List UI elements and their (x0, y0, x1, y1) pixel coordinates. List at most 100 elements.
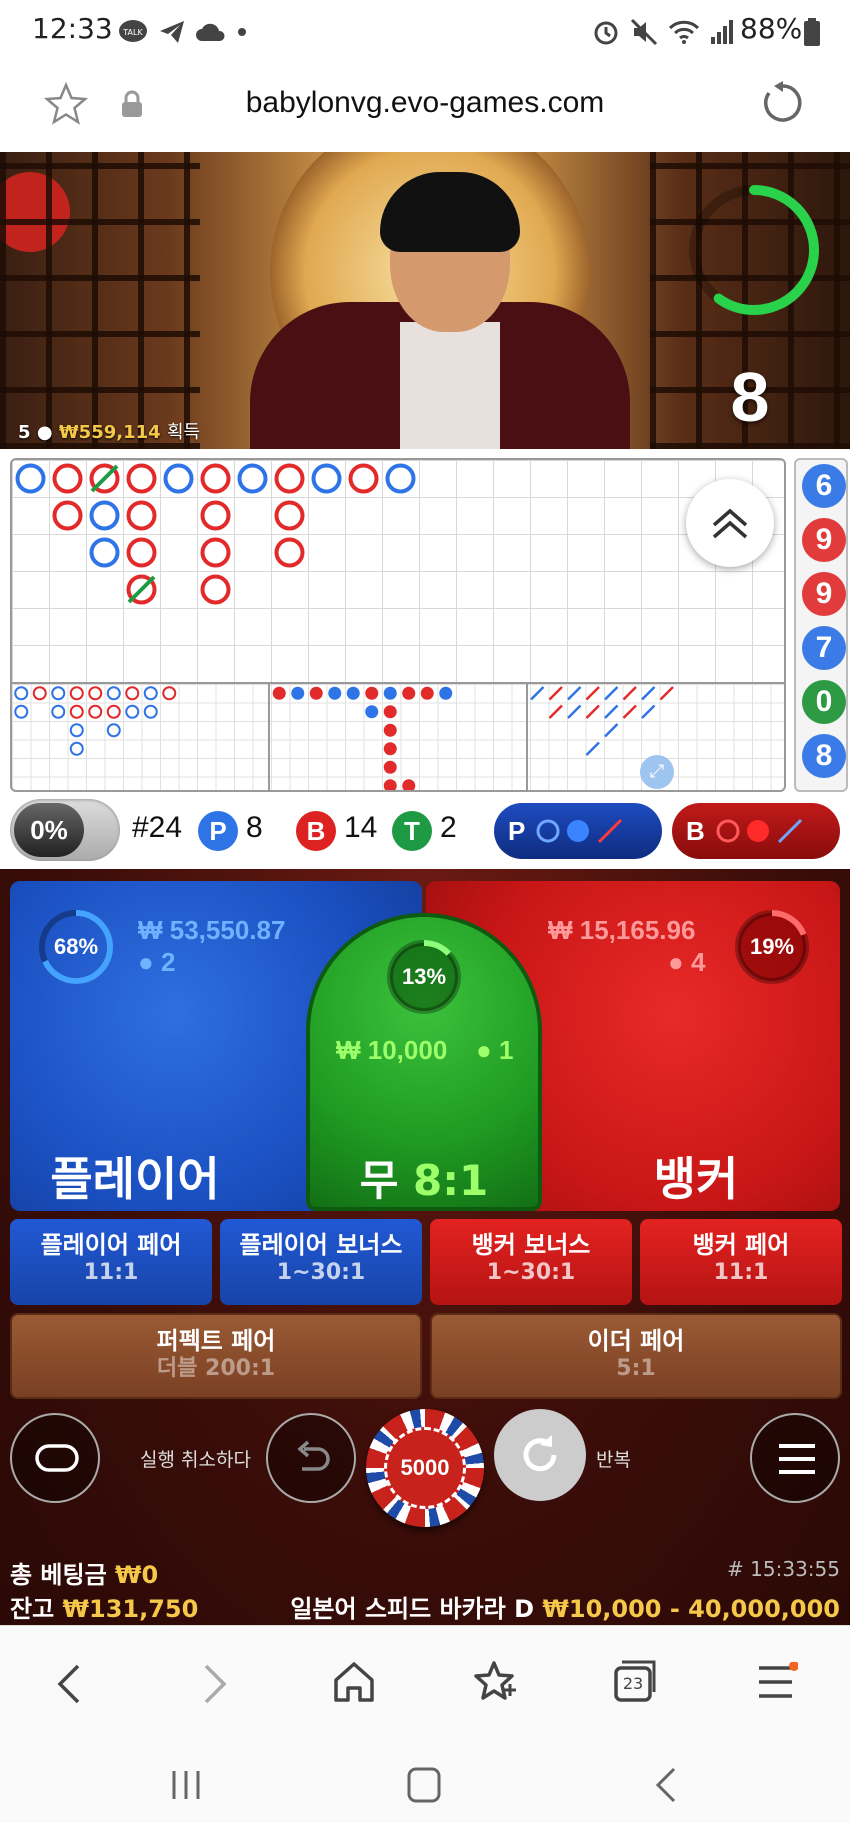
tie-bet-spot[interactable]: 13% ₩ 10,000 ● 1 무 8:1 (306, 913, 542, 1211)
game-id: # 15:33:55 (727, 1557, 840, 1581)
small-road-mark (402, 779, 416, 790)
svg-text:TALK: TALK (122, 28, 143, 37)
bookmarks-icon[interactable] (474, 1660, 518, 1704)
big-eye-mark (88, 686, 103, 701)
banker-count: 14 (344, 811, 378, 844)
collapse-roadmap-button[interactable] (686, 479, 774, 567)
small-road-mark (291, 686, 305, 700)
big-eye-mark (51, 686, 66, 701)
system-back-icon[interactable] (648, 1765, 684, 1805)
player-bonus-bet[interactable]: 플레이어 보너스 1~30:1 (220, 1219, 422, 1305)
bead-road-column: 6 9 9 7 0 8 (794, 458, 848, 792)
tabs-icon[interactable]: 23 (612, 1658, 658, 1704)
player-pair-bet[interactable]: 플레이어 페어 11:1 (10, 1219, 212, 1305)
dealer-shirt (400, 322, 500, 449)
status-bar: 12:33 TALK 88% (0, 0, 850, 66)
back-icon[interactable] (52, 1662, 88, 1706)
big-road-mark (311, 463, 342, 494)
video-winnings-info: 5 ● ₩559,114 획득 (18, 422, 201, 443)
bead-1: 9 (802, 518, 846, 562)
system-home-icon[interactable] (406, 1765, 442, 1805)
big-eye-mark (106, 686, 121, 701)
banker-pair-bet[interactable]: 뱅커 페어 11:1 (640, 1219, 842, 1305)
repeat-icon (523, 1435, 557, 1472)
cockroach-mark (641, 686, 656, 701)
forward-icon[interactable] (196, 1662, 232, 1706)
big-road-mark (274, 500, 305, 531)
roadmap-panel: ⤢ 6 9 9 7 0 8 (0, 449, 850, 799)
cockroach-mark (567, 704, 582, 719)
big-road-mark (200, 463, 231, 494)
repeat-button[interactable] (494, 1409, 586, 1501)
player-count: 8 (246, 811, 263, 844)
cockroach-mark (530, 686, 545, 701)
url-text[interactable]: babylonvg.evo-games.com (0, 86, 850, 120)
big-eye-mark (162, 686, 177, 701)
percent-value: 0% (14, 803, 84, 857)
bead-3: 7 (802, 626, 846, 670)
chat-button[interactable] (10, 1413, 100, 1503)
predict-player-button[interactable]: P (494, 803, 662, 859)
tie-bet-amount: ₩ 10,000 (336, 1035, 448, 1065)
expand-icon[interactable]: ⤢ (640, 755, 674, 789)
betting-table: 68% ₩ 53,550.87 ● 2 플레이어 19% ₩ 15,165.96… (0, 869, 850, 1625)
battery-icon (804, 18, 820, 46)
bead-0: 6 (802, 464, 846, 508)
small-road-mark (346, 686, 360, 700)
big-eye-mark (106, 704, 121, 719)
big-eye-mark (106, 723, 121, 738)
big-road-mark (237, 463, 268, 494)
browser-url-bar: babylonvg.evo-games.com (0, 66, 850, 152)
table-info: 일본어 스피드 바카라 D ₩10,000 - 40,000,000 (290, 1595, 840, 1623)
predict-player-icons (536, 818, 623, 844)
countdown-timer: 8 (730, 358, 770, 436)
big-road-mark (89, 537, 120, 568)
chip-selector[interactable]: 5000 (366, 1409, 484, 1527)
round-number: #24 (132, 811, 183, 844)
undo-label: 실행 취소하다 (140, 1449, 251, 1471)
cockroach-mark (641, 704, 656, 719)
predict-banker-button[interactable]: B (672, 803, 840, 859)
lattice-left (0, 152, 200, 449)
small-road-mark (402, 686, 416, 700)
cockroach-mark (604, 723, 619, 738)
big-road-mark (348, 463, 379, 494)
percent-toggle[interactable]: 0% (10, 799, 120, 861)
perfect-pair-bet[interactable]: 퍼펙트 페어 더블 200:1 (10, 1313, 422, 1399)
small-road-mark (365, 705, 379, 719)
big-eye-mark (69, 704, 84, 719)
menu-icon[interactable] (756, 1662, 798, 1702)
big-eye-mark (69, 686, 84, 701)
live-video: 5 ● ₩559,114 획득 8 (0, 152, 850, 449)
big-eye-mark (125, 686, 140, 701)
dot-icon (236, 26, 248, 38)
person-icon: ● (668, 947, 684, 977)
cockroach-mark (659, 686, 674, 701)
player-percent-ring: 68% (36, 907, 116, 987)
undo-button[interactable] (266, 1413, 356, 1503)
browser-bottom-nav: 23 (0, 1625, 850, 1743)
reload-icon[interactable] (760, 80, 806, 126)
recent-apps-icon[interactable] (168, 1767, 204, 1803)
chat-icon (35, 1444, 79, 1472)
big-road (10, 458, 786, 683)
battery-percent: 88% (740, 12, 803, 45)
player-badge: P (198, 811, 238, 851)
big-road-mark (274, 463, 305, 494)
home-icon[interactable] (332, 1660, 376, 1704)
tie-bettors: ● 1 (476, 1035, 514, 1065)
small-road-mark (272, 686, 286, 700)
big-eye-mark (51, 704, 66, 719)
banker-badge: B (296, 811, 336, 851)
menu-button[interactable] (750, 1413, 840, 1503)
banker-title: 뱅커 (653, 1152, 739, 1206)
either-pair-bet[interactable]: 이더 페어 5:1 (430, 1313, 842, 1399)
big-road-mark (52, 463, 83, 494)
app-root: 12:33 TALK 88% babylonvg.evo-games.com 5… (0, 0, 850, 1823)
small-road-mark (439, 686, 453, 700)
cockroach-mark (548, 704, 563, 719)
small-road-mark (383, 742, 397, 756)
banker-bonus-bet[interactable]: 뱅커 보너스 1~30:1 (430, 1219, 632, 1305)
wifi-icon (668, 19, 700, 45)
cockroach-mark (622, 686, 637, 701)
